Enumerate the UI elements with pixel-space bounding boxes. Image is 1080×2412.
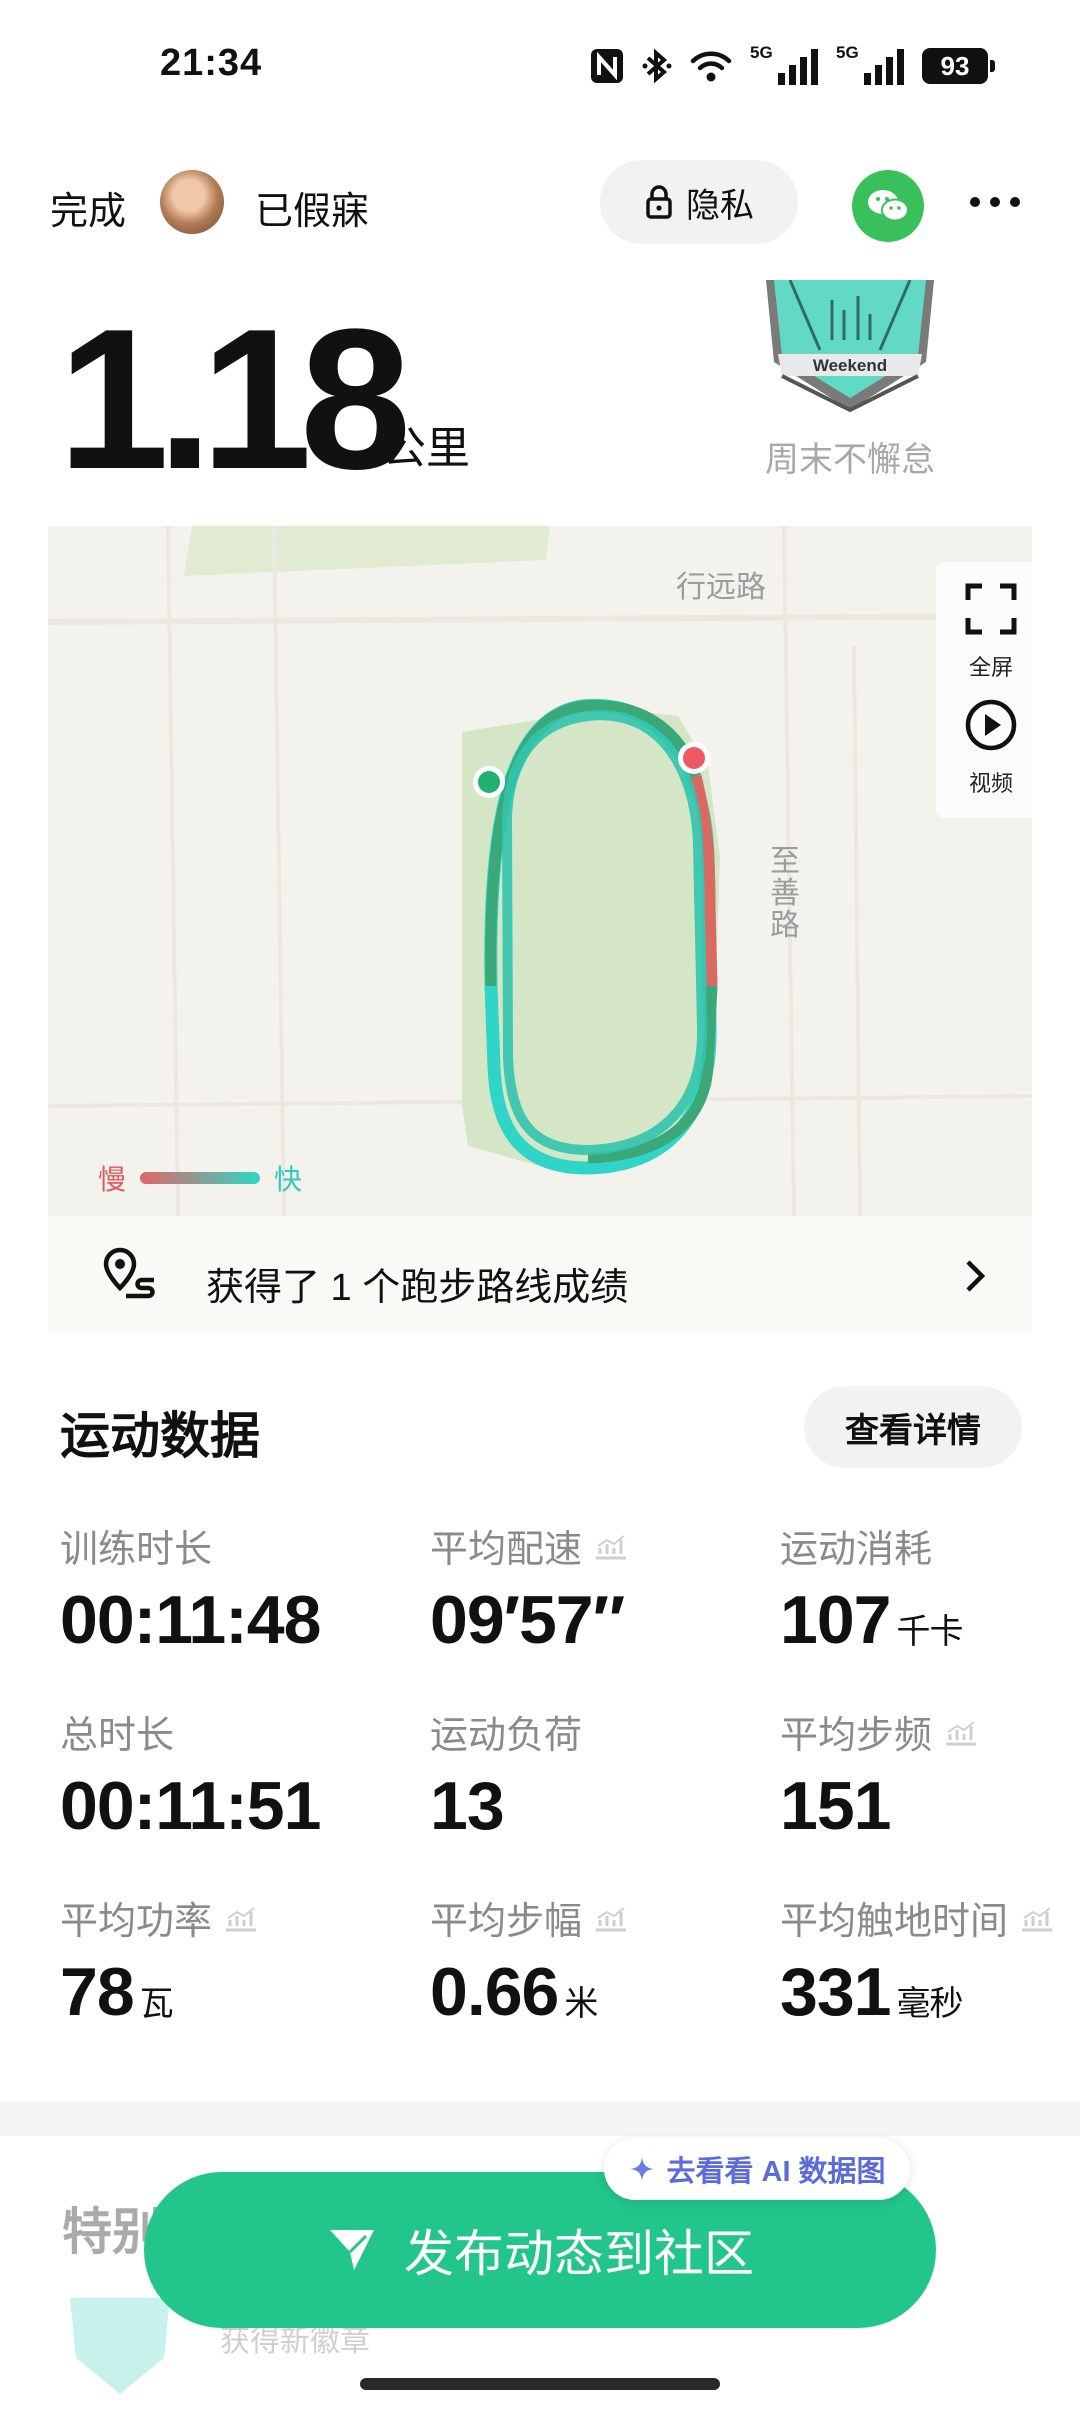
metric-label: 平均功率 [60,1901,213,1943]
badge-thumbnail-icon[interactable] [60,2298,180,2398]
avatar[interactable] [160,170,224,234]
fullscreen-icon [965,583,1017,635]
privacy-button[interactable]: 隐私 [600,160,798,244]
ai-pill-label: 去看看 AI 数据图 [666,2156,886,2188]
metric-value: 107 [780,1582,891,1658]
road-label-north: 行远路 [676,571,766,604]
metric-unit: 米 [564,1985,598,2023]
route-achievement-text: 获得了 1 个跑步路线成绩 [206,1267,629,1309]
metric-total-duration: 总时长 00:11:51 [60,1704,321,1845]
trend-chart-icon [1022,1906,1053,1931]
exercise-data-title: 运动数据 [60,1408,260,1464]
network-type-label: 5G [750,43,773,62]
home-indicator[interactable] [360,2378,720,2390]
status-icons: 5G 5G 93 [590,43,995,86]
route-achievement-row[interactable]: 获得了 1 个跑步路线成绩 [48,1216,1032,1334]
send-icon [330,2230,374,2270]
badge-text: Weekend [813,356,887,375]
map-controls: 全屏 视频 [936,562,1032,818]
section-divider [0,2102,1080,2136]
nfc-icon [590,46,624,86]
metric-label: 运动负荷 [430,1715,583,1757]
workout-summary-page: 21:34 5G 5G 93 完成 已假寐 隐私 1.18 公里 Weekend… [0,0,1080,2412]
pace-legend: 慢 快 [98,1158,302,1198]
badge-label[interactable]: 周末不懈怠 [750,432,950,481]
metric-calories: 运动消耗 107 千卡 [780,1518,963,1659]
more-dot [1010,197,1020,207]
map-base [48,526,1032,1216]
status-time: 21:34 [160,42,263,84]
metric-avg-stride[interactable]: 平均步幅 0.66 米 [430,1890,628,2031]
fullscreen-label: 全屏 [968,655,1013,680]
metric-avg-cadence[interactable]: 平均步频 151 [780,1704,978,1845]
trend-chart-icon [596,1534,627,1559]
metric-value: 00:11:51 [60,1768,321,1844]
wechat-icon [868,190,909,222]
top-bar: 完成 已假寐 隐私 [0,158,1080,250]
metric-training-duration: 训练时长 00:11:48 [60,1518,321,1659]
publish-label: 发布动态到社区 [404,2226,754,2282]
metric-label: 平均步频 [780,1715,933,1757]
distance-value: 1.18 [58,288,411,511]
metric-unit: 千卡 [896,1613,963,1651]
road-label-east: 至善路 [770,845,800,942]
sparkle-icon [630,2157,655,2181]
more-button[interactable] [960,172,1030,232]
network-type-label: 5G [836,43,859,62]
metric-value: 78 [60,1954,135,2030]
trend-chart-icon [946,1720,977,1745]
legend-gradient-bar [140,1172,261,1184]
view-details-button[interactable]: 查看详情 [804,1386,1022,1468]
metric-unit: 毫秒 [896,1985,963,2023]
play-icon [965,699,1017,751]
route-map[interactable]: 行远路 至善路 全屏 视频 慢 快 [48,526,1032,1216]
route-pin-icon [103,1247,155,1299]
metric-value: 0.66 [430,1954,559,2030]
metric-value: 09′57″ [430,1582,625,1658]
metric-label: 平均配速 [430,1529,583,1571]
metric-label: 总时长 [60,1715,175,1757]
video-label: 视频 [968,771,1013,796]
distance-unit: 公里 [382,424,470,473]
more-dot [970,197,980,207]
battery-level: 93 [940,50,970,81]
metric-label: 平均步幅 [430,1901,583,1943]
metric-value: 13 [430,1768,505,1844]
metric-value: 151 [780,1768,891,1844]
metric-training-load: 运动负荷 13 [430,1704,582,1845]
chevron-right-icon [966,1260,986,1292]
trend-chart-icon [596,1906,627,1931]
bluetooth-icon [642,46,672,86]
status-bar: 21:34 5G 5G 93 [0,0,1080,135]
signal-icon: 5G [836,43,904,85]
metric-value: 331 [780,1954,891,2030]
battery-icon: 93 [922,48,995,84]
metric-label: 训练时长 [60,1529,213,1571]
more-dot [990,197,1000,207]
lock-icon [646,185,672,219]
weekend-badge-icon[interactable]: Weekend [760,280,940,420]
trend-chart-icon [226,1906,257,1931]
metric-label: 运动消耗 [780,1529,933,1571]
ai-data-chart-button[interactable]: 去看看 AI 数据图 [604,2138,910,2200]
wifi-icon [690,46,732,86]
wechat-share-button[interactable] [852,170,924,242]
metric-unit: 瓦 [139,1985,174,2023]
metric-avg-pace[interactable]: 平均配速 09′57″ [430,1518,628,1659]
legend-slow: 慢 [98,1164,127,1195]
signal-icon: 5G [750,43,818,85]
metric-avg-power[interactable]: 平均功率 78 瓦 [60,1890,258,2031]
done-button[interactable]: 完成 [50,180,126,235]
metric-ground-contact[interactable]: 平均触地时间 331 毫秒 [780,1890,1054,2031]
metric-value: 00:11:48 [60,1582,321,1658]
privacy-label: 隐私 [686,186,754,225]
metric-label: 平均触地时间 [780,1901,1009,1943]
user-nickname: 已假寐 [255,191,370,233]
legend-fast: 快 [274,1164,303,1195]
